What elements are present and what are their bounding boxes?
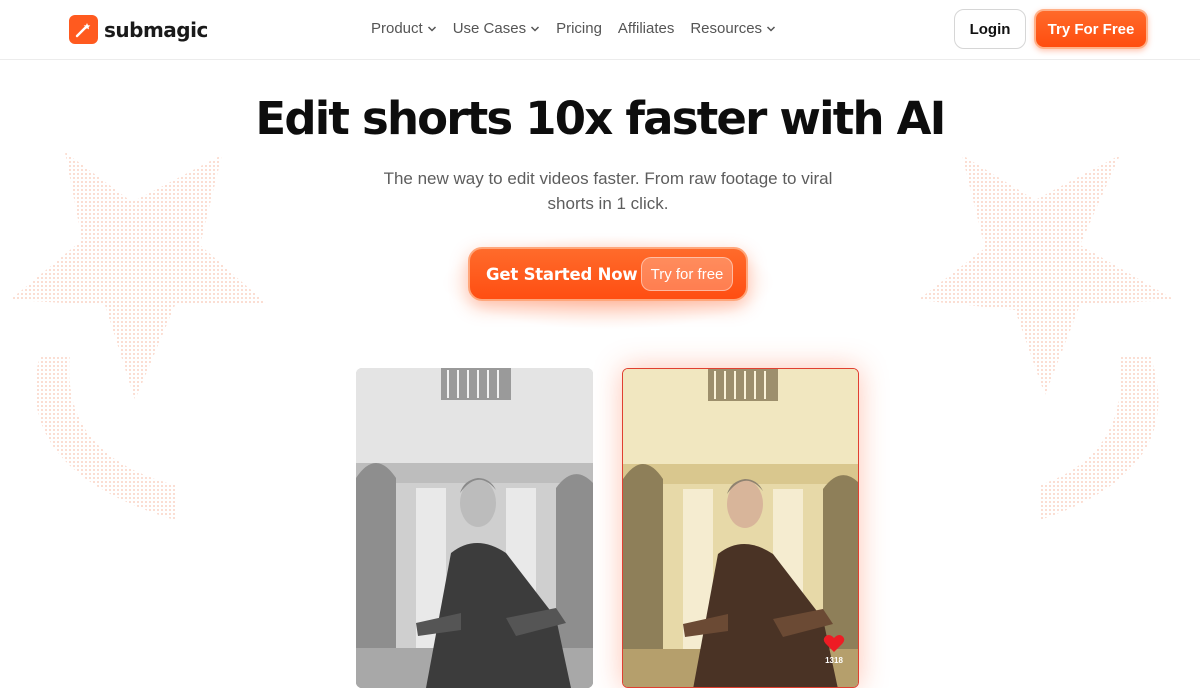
left-crescent-shape bbox=[35, 355, 176, 520]
menu-item-label: Affiliates bbox=[617, 20, 675, 37]
right-crescent-shape bbox=[1040, 355, 1159, 520]
video-before-preview[interactable] bbox=[356, 368, 593, 688]
menu-item-use-cases[interactable]: Use Cases bbox=[453, 20, 540, 37]
get-started-button[interactable]: Get Started Now Try for free bbox=[468, 247, 748, 301]
menu-item-label: Pricing bbox=[556, 20, 602, 37]
hero-subtitle: The new way to edit videos faster. From … bbox=[383, 169, 833, 213]
magic-wand-icon bbox=[69, 15, 98, 44]
like-indicator: 1318 bbox=[823, 634, 845, 665]
brand-name: submagic bbox=[104, 17, 208, 42]
left-star-shape bbox=[10, 152, 268, 400]
menu-item-label: Product bbox=[371, 20, 423, 37]
menu-item-product[interactable]: Product bbox=[371, 20, 437, 37]
menu-item-affiliates[interactable]: Affiliates bbox=[618, 20, 674, 37]
chevron-down-icon bbox=[531, 25, 540, 32]
right-star-shape bbox=[918, 155, 1175, 395]
menu-item-resources[interactable]: Resources bbox=[690, 20, 776, 37]
try-for-free-button[interactable]: Try For Free bbox=[1034, 9, 1148, 49]
heart-icon bbox=[823, 635, 845, 652]
menu-item-pricing[interactable]: Pricing bbox=[556, 20, 602, 37]
video-frame-illustration bbox=[356, 368, 593, 688]
main-menu: Product Use Cases Pricing Affiliates Res… bbox=[371, 20, 776, 37]
chevron-down-icon bbox=[767, 25, 776, 32]
like-count: 1318 bbox=[825, 656, 843, 665]
brand-logo[interactable]: submagic bbox=[69, 15, 208, 44]
menu-item-label: Use Cases bbox=[452, 20, 527, 37]
chevron-down-icon bbox=[427, 25, 436, 32]
menu-item-label: Resources bbox=[690, 20, 763, 37]
cta-label: Get Started Now bbox=[486, 264, 638, 284]
login-button[interactable]: Login bbox=[954, 9, 1026, 49]
hero-title: Edit shorts 10x faster with AI bbox=[255, 92, 946, 145]
try-for-free-pill: Try for free bbox=[641, 257, 733, 291]
top-navbar: submagic Product Use Cases Pricing Affil… bbox=[0, 0, 1200, 60]
